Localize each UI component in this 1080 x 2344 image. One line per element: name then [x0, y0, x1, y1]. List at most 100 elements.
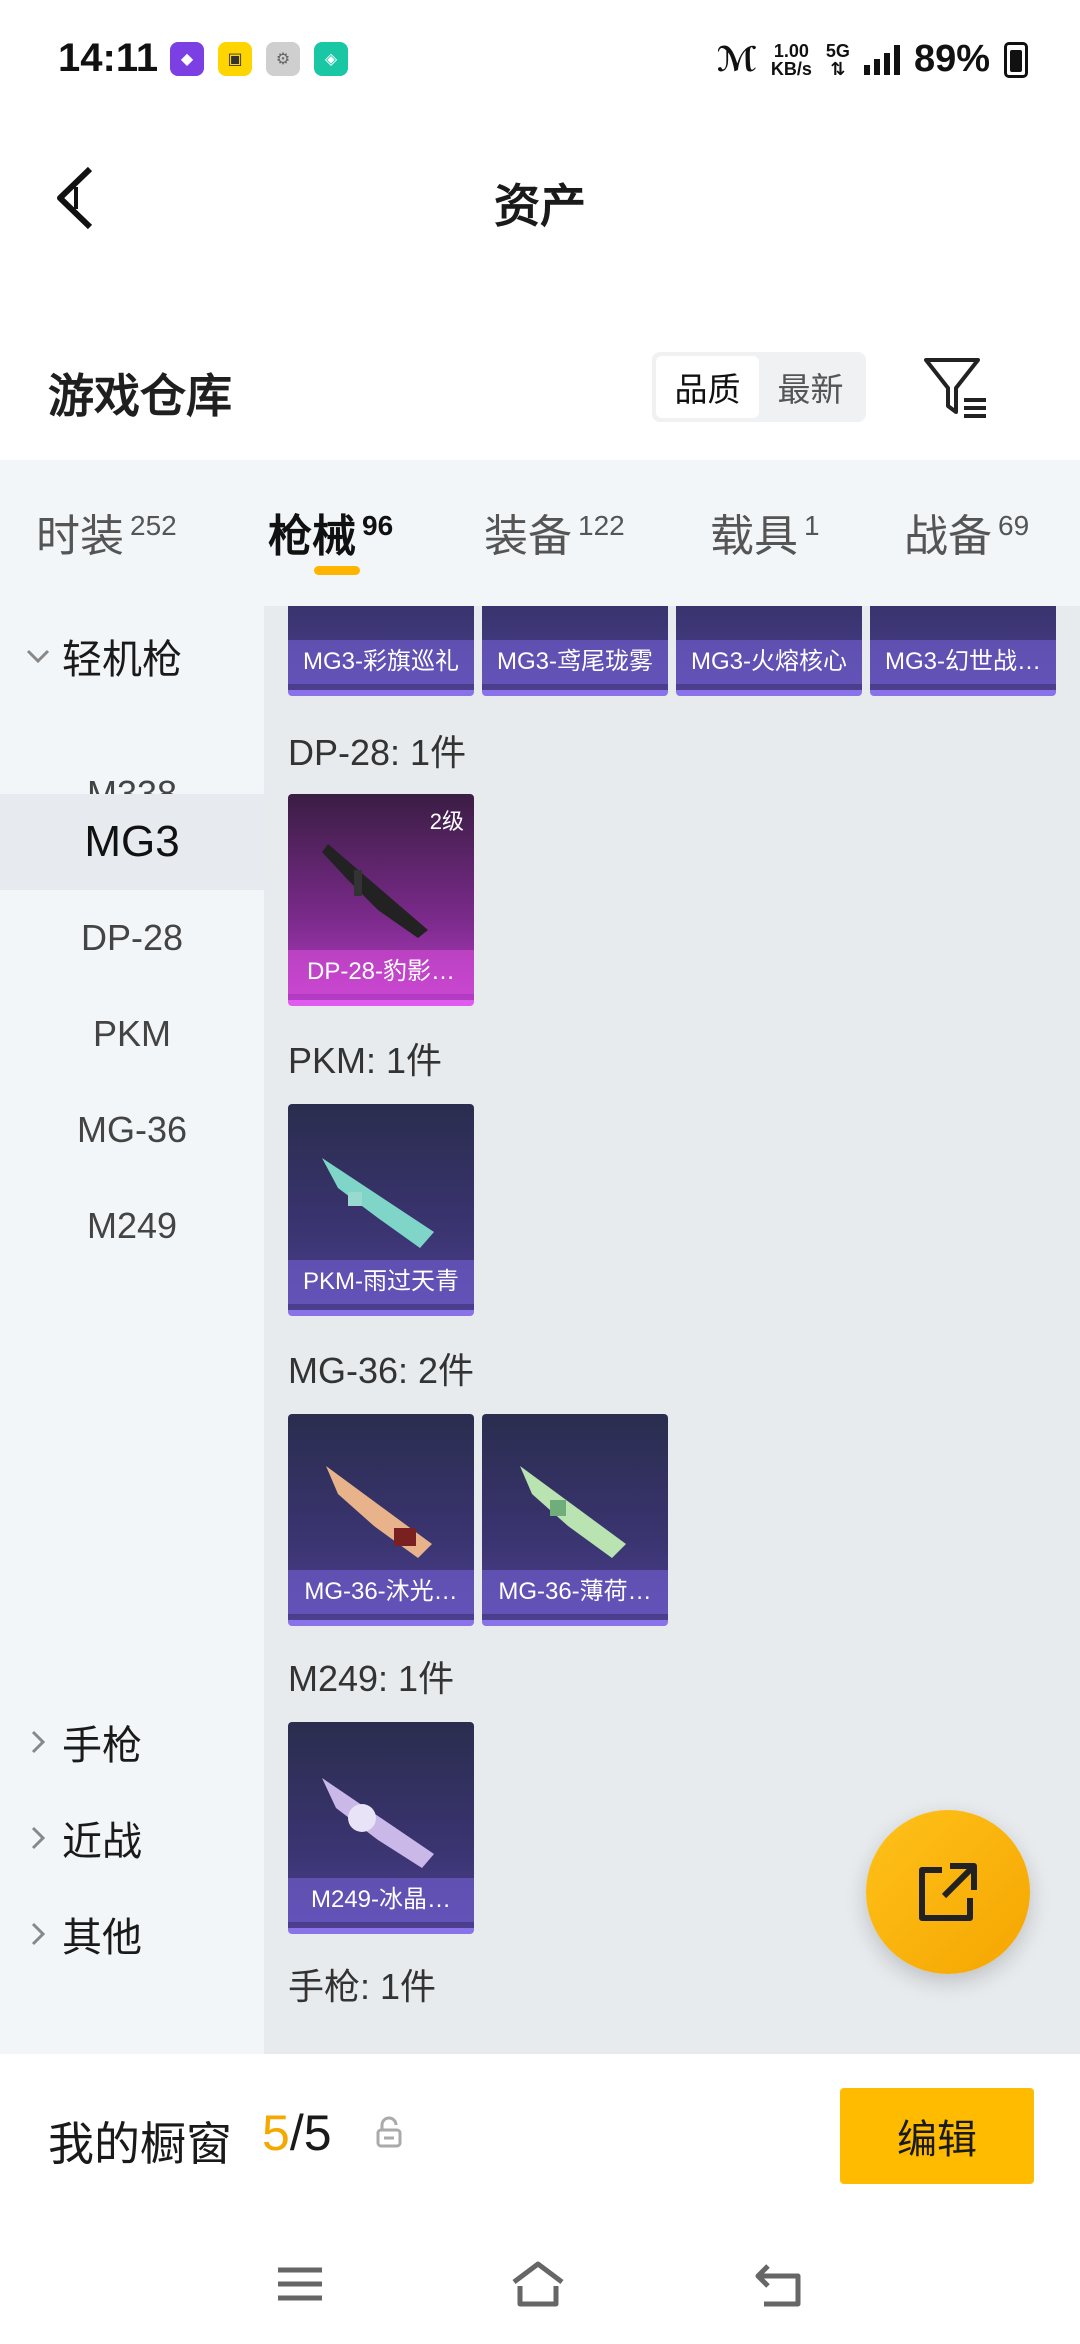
tab-count: 122 [578, 510, 625, 542]
weapon-card-name: M249-冰晶… [288, 1878, 474, 1922]
purple-app-icon: ◆ [170, 42, 204, 76]
tab-label: 枪械 [268, 512, 356, 561]
weapon-card-name: MG-36-薄荷… [482, 1570, 668, 1614]
tab-count: 252 [130, 510, 177, 542]
showcase-label: 我的橱窗 [48, 2118, 232, 2170]
gear-app-icon: ⚙ [266, 42, 300, 76]
sidebar-category-pistol[interactable]: 手枪 [20, 1692, 142, 1792]
tab-label: 战备 [904, 512, 992, 561]
group-label-mg36: MG-36: 2件 [288, 1350, 475, 1391]
warehouse-toolbar: 游戏仓库 品质 最新 [0, 330, 1080, 450]
filter-button[interactable] [920, 352, 992, 424]
lmg-icon [326, 1466, 432, 1558]
net-speed: 1.00 KB/s [771, 42, 812, 78]
status-bar: 14:11 ◆ ▣ ⚙ ◈ ℳ 1.00 KB/s 5G ⇅ 89% [0, 0, 1080, 120]
app-header: 资产 [0, 120, 1080, 276]
group-label-dp28: DP-28: 1件 [288, 732, 467, 773]
group-label-pkm: PKM: 1件 [288, 1040, 443, 1081]
group-label-pistol: 手枪: 1件 [288, 1966, 437, 2007]
status-indicators: ℳ 1.00 KB/s 5G ⇅ 89% [717, 38, 1028, 81]
active-tab-indicator [314, 566, 360, 575]
chevron-right-icon [20, 1729, 56, 1755]
status-app-icons: ◆ ▣ ⚙ ◈ [170, 42, 348, 76]
sidebar-item-dp28[interactable]: DP-28 [0, 890, 264, 986]
sidebar-item-mg3[interactable]: MG3 [0, 794, 264, 890]
showcase-bar: 我的橱窗 5/5 编辑 [0, 2054, 1080, 2220]
group-label-m249: M249: 1件 [288, 1658, 455, 1699]
back-nav-icon[interactable] [750, 2256, 810, 2312]
weapon-card-name: PKM-雨过天青 [288, 1260, 474, 1304]
tab-fashion[interactable]: 时装 252 [36, 500, 177, 564]
sidebar-category-other[interactable]: 其他 [20, 1884, 142, 1984]
filter-icon [924, 358, 986, 418]
sidebar-category-lmg[interactable]: 轻机枪 [20, 606, 182, 706]
weapon-card[interactable]: MG3-彩旗巡礼 [288, 606, 474, 696]
sidebar-category-label: 近战 [62, 1820, 142, 1864]
battery-icon [1004, 41, 1028, 78]
chevron-right-icon [20, 1921, 56, 1947]
net-speed-value: 1.00 [773, 40, 809, 61]
chevron-down-icon [20, 648, 56, 664]
sort-toggle: 品质 最新 [652, 352, 866, 422]
network-type: 5G ⇅ [826, 42, 850, 78]
sidebar-item-pkm[interactable]: PKM [0, 986, 264, 1082]
sidebar-category-label: 其他 [62, 1916, 142, 1960]
tab-label: 装备 [484, 512, 572, 561]
data-arrows-icon: ⇅ [830, 58, 846, 79]
tab-label: 载具 [710, 512, 798, 561]
showcase-total: 5 [303, 2105, 332, 2161]
yellow-app-icon: ▣ [218, 42, 252, 76]
showcase-current: 5 [262, 2105, 290, 2161]
battery-percent: 89% [913, 38, 990, 80]
weapon-card-name: MG3-鸢尾珑雾 [482, 640, 668, 684]
network-label: 5G [825, 40, 850, 61]
lmg-icon [322, 844, 428, 938]
weapon-card[interactable]: MG-36-沐光… [288, 1414, 474, 1626]
tab-guns[interactable]: 枪械 96 [268, 500, 393, 564]
weapon-card[interactable]: MG3-鸢尾珑雾 [482, 606, 668, 696]
category-tabs: 时装 252 枪械 96 装备 122 载具 1 战备 69 [0, 460, 1080, 606]
tab-equipment[interactable]: 装备 122 [484, 500, 625, 564]
weapon-card[interactable]: MG3-火熔核心 [676, 606, 862, 696]
lock-icon [376, 2116, 402, 2148]
sidebar-item-m249[interactable]: M249 [0, 1178, 264, 1274]
sidebar-item-mg36[interactable]: MG-36 [0, 1082, 264, 1178]
menu-icon[interactable] [270, 2256, 330, 2312]
share-icon [919, 1863, 977, 1921]
sidebar-category-melee[interactable]: 近战 [20, 1788, 142, 1888]
showcase-count: 5/5 [262, 2104, 332, 2162]
page-title: 资产 [494, 180, 586, 232]
nfc-icon: ℳ [716, 40, 757, 79]
tab-supplies[interactable]: 战备 69 [904, 500, 1029, 564]
sidebar-category-label: 手枪 [62, 1724, 142, 1768]
tab-label: 时装 [36, 512, 124, 561]
home-icon[interactable] [508, 2256, 568, 2312]
weapon-card[interactable]: MG-36-薄荷… [482, 1414, 668, 1626]
signal-icon [863, 44, 900, 75]
weapon-card[interactable]: M249-冰晶… [288, 1722, 474, 1934]
weapon-card-name: DP-28-豹影… [288, 950, 474, 994]
system-nav-bar [0, 2220, 1080, 2344]
weapon-card-name: MG-36-沐光… [288, 1570, 474, 1614]
net-speed-unit: KB/s [770, 58, 812, 79]
sort-quality-option[interactable]: 品质 [656, 356, 759, 418]
tab-count: 1 [804, 510, 820, 542]
weapon-card-name: MG3-幻世战… [870, 640, 1056, 684]
sidebar-category-label: 轻机枪 [62, 638, 182, 682]
share-fab-button[interactable] [866, 1810, 1030, 1974]
lmg-icon [322, 1778, 434, 1868]
showcase-separator: / [289, 2105, 304, 2161]
tab-count: 96 [362, 510, 394, 542]
status-time: 14:11 [58, 36, 159, 80]
lmg-icon [520, 1466, 626, 1558]
weapon-card[interactable]: PKM-雨过天青 [288, 1104, 474, 1316]
weapon-card-name: MG3-彩旗巡礼 [288, 640, 474, 684]
tab-vehicles[interactable]: 载具 1 [710, 500, 820, 564]
weapon-card[interactable]: 2级 DP-28-豹影… [288, 794, 474, 1006]
edit-button[interactable]: 编辑 [840, 2088, 1034, 2184]
sort-newest-option[interactable]: 最新 [759, 356, 862, 418]
chevron-right-icon [20, 1825, 56, 1851]
warehouse-title: 游戏仓库 [48, 370, 232, 422]
teal-app-icon: ◈ [314, 42, 348, 76]
weapon-card[interactable]: MG3-幻世战… [870, 606, 1056, 696]
